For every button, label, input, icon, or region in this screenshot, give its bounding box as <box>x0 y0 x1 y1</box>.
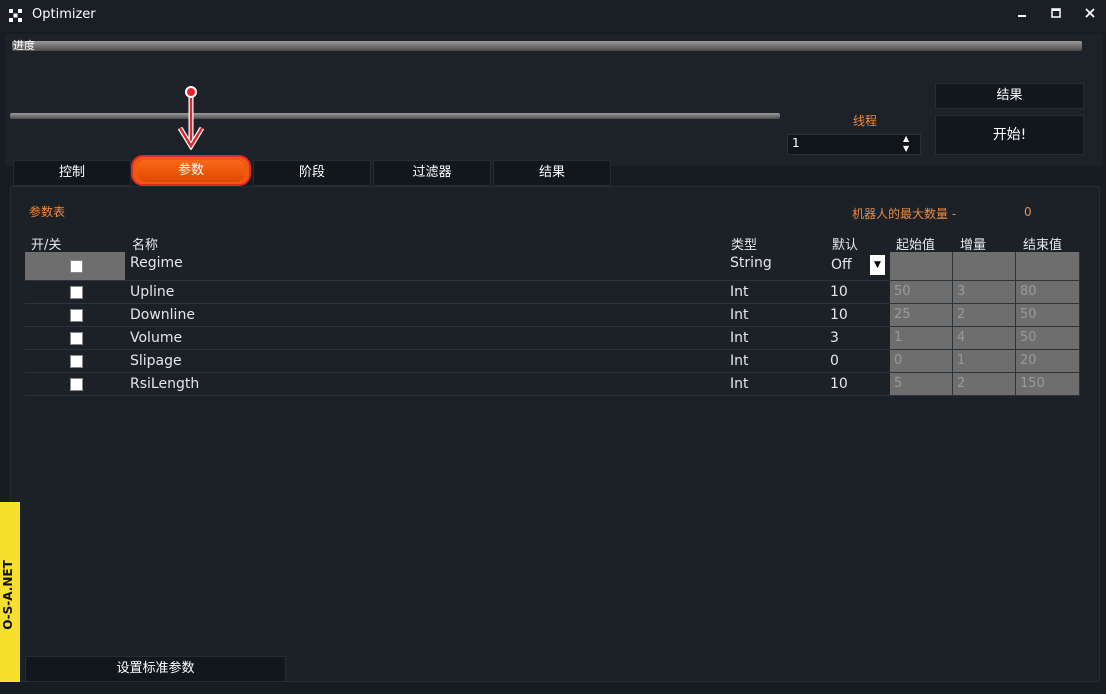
row-start[interactable]: 25 <box>890 304 953 326</box>
row-start[interactable]: 0 <box>890 350 953 372</box>
params-table-title: 参数表 <box>29 205 66 219</box>
row-enabled-checkbox[interactable] <box>70 332 83 345</box>
progress-bar <box>12 41 1082 51</box>
table-row[interactable]: Upline Int 10 50 3 80 <box>25 281 1080 304</box>
table-row[interactable]: RsiLength Int 10 5 2 150 <box>25 373 1080 396</box>
table-row[interactable]: Downline Int 10 25 2 50 <box>25 304 1080 327</box>
close-icon[interactable] <box>1078 4 1102 26</box>
row-name: Slipage <box>130 353 182 369</box>
row-end[interactable]: 80 <box>1016 281 1080 303</box>
column-header-default: 默认 <box>832 238 859 253</box>
row-end <box>1016 252 1080 280</box>
row-start[interactable]: 1 <box>890 327 953 349</box>
row-type: Int <box>730 353 749 369</box>
row-step[interactable]: 2 <box>953 304 1016 326</box>
row-type: Int <box>730 330 749 346</box>
pointer-arrow-icon <box>177 86 205 150</box>
row-enabled-checkbox[interactable] <box>70 286 83 299</box>
progress-label: 进度 <box>13 39 35 52</box>
row-start[interactable]: 50 <box>890 281 953 303</box>
row-name: Downline <box>130 307 195 323</box>
row-step[interactable]: 3 <box>953 281 1016 303</box>
results-button[interactable]: 结果 <box>935 83 1084 109</box>
max-robots-label: 机器人的最大数量 - <box>852 207 957 221</box>
table-row[interactable]: Volume Int 3 1 4 50 <box>25 327 1080 350</box>
title-bar <box>0 0 1106 32</box>
start-button[interactable]: 开始! <box>935 115 1084 155</box>
row-enabled-checkbox[interactable] <box>70 355 83 368</box>
table-row[interactable]: Slipage Int 0 0 1 20 <box>25 350 1080 373</box>
row-default[interactable]: 10 <box>830 376 848 392</box>
row-start <box>890 252 953 280</box>
row-type: Int <box>730 376 749 392</box>
row-default[interactable]: 3 <box>830 330 839 346</box>
row-default[interactable]: 0 <box>830 353 839 369</box>
tab-filters[interactable]: 过滤器 <box>373 160 491 186</box>
column-header-enabled: 开/关 <box>31 238 62 253</box>
row-enabled-checkbox[interactable] <box>70 309 83 322</box>
window-title: Optimizer <box>32 7 96 22</box>
thread-progress-bar <box>10 113 780 119</box>
chevron-down-icon[interactable]: ▼ <box>870 255 885 275</box>
row-step[interactable]: 4 <box>953 327 1016 349</box>
row-step[interactable]: 2 <box>953 373 1016 395</box>
column-header-end: 结束值 <box>1023 238 1063 253</box>
column-header-step: 增量 <box>960 238 987 253</box>
row-default: Off <box>831 257 852 273</box>
tab-control[interactable]: 控制 <box>13 160 131 186</box>
app-icon <box>9 9 22 22</box>
row-type: Int <box>730 284 749 300</box>
row-start[interactable]: 5 <box>890 373 953 395</box>
column-header-type: 类型 <box>731 238 758 253</box>
column-header-name: 名称 <box>132 238 159 253</box>
row-end[interactable]: 20 <box>1016 350 1080 372</box>
minimize-icon[interactable] <box>1010 4 1034 26</box>
row-name: Upline <box>130 284 175 300</box>
row-end[interactable]: 50 <box>1016 327 1080 349</box>
row-name: Volume <box>130 330 183 346</box>
row-type: String <box>730 255 772 271</box>
table-row[interactable]: Regime String Off ▼ <box>25 252 1080 281</box>
threads-stepper[interactable] <box>787 134 921 155</box>
row-step <box>953 252 1016 280</box>
row-end[interactable]: 150 <box>1016 373 1080 395</box>
row-name: RsiLength <box>130 376 200 392</box>
spin-up-icon[interactable]: ▲ <box>903 134 909 143</box>
row-end[interactable]: 50 <box>1016 304 1080 326</box>
row-default[interactable]: 10 <box>830 284 848 300</box>
max-robots-value: 0 <box>1024 205 1032 219</box>
threads-label: 线程 <box>853 114 878 128</box>
watermark-text: O-S-A.NET <box>1 560 15 630</box>
tab-params[interactable]: 参数 <box>137 160 245 182</box>
tab-results[interactable]: 结果 <box>493 160 611 186</box>
column-header-start: 起始值 <box>896 238 936 253</box>
row-step[interactable]: 1 <box>953 350 1016 372</box>
row-type: Int <box>730 307 749 323</box>
row-name: Regime <box>130 255 183 271</box>
maximize-icon[interactable] <box>1044 4 1068 26</box>
threads-value[interactable]: 1 <box>792 136 800 150</box>
row-enabled-checkbox[interactable] <box>70 378 83 391</box>
set-standard-params-button[interactable]: 设置标准参数 <box>25 656 286 682</box>
spin-down-icon[interactable]: ▼ <box>903 144 909 153</box>
default-dropdown[interactable]: Off ▼ <box>828 253 886 277</box>
row-default[interactable]: 10 <box>830 307 848 323</box>
tab-stages[interactable]: 阶段 <box>253 160 371 186</box>
row-enabled-checkbox[interactable] <box>70 260 83 273</box>
